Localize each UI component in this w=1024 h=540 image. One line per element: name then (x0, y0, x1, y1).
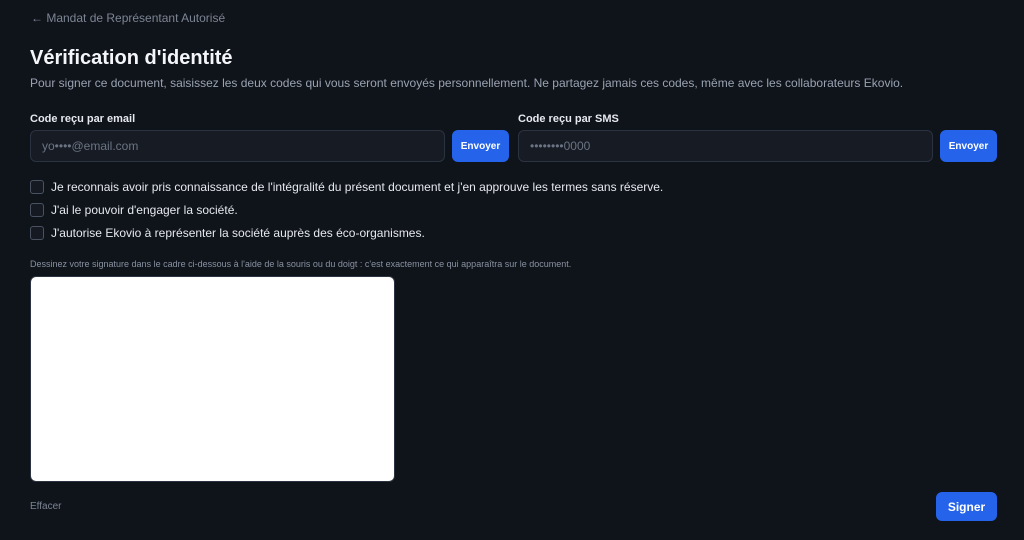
consent-row-authority: J'ai le pouvoir d'engager la société. (30, 203, 238, 217)
checkbox-label: Je reconnais avoir pris connaissance de … (51, 180, 664, 194)
checkbox-label: J'autorise Ekovio à représenter la socié… (51, 226, 425, 240)
signature-help-text: Dessinez votre signature dans le cadre c… (30, 259, 572, 269)
consent-row-document: Je reconnais avoir pris connaissance de … (30, 180, 663, 194)
sms-code-input[interactable] (518, 130, 933, 162)
send-email-code-button[interactable]: Envoyer (452, 130, 509, 162)
back-link[interactable]: ← Mandat de Représentant Autorisé (31, 11, 225, 25)
page-title: Vérification d'identité (30, 47, 233, 69)
clear-signature-button[interactable]: Effacer (30, 501, 62, 512)
email-code-label: Code reçu par email (30, 113, 136, 125)
checkbox-company-authority[interactable] (30, 203, 44, 217)
email-code-input[interactable] (30, 130, 445, 162)
signature-pad[interactable] (30, 276, 395, 482)
sign-button[interactable]: Signer (936, 492, 997, 521)
checkbox-representation[interactable] (30, 226, 44, 240)
checkbox-document-approval[interactable] (30, 180, 44, 194)
checkbox-label: J'ai le pouvoir d'engager la société. (51, 203, 238, 217)
send-sms-code-button[interactable]: Envoyer (940, 130, 997, 162)
sms-code-label: Code reçu par SMS (518, 113, 619, 125)
page-subtitle: Pour signer ce document, saisissez les d… (30, 76, 904, 90)
consent-row-representation: J'autorise Ekovio à représenter la socié… (30, 226, 425, 240)
